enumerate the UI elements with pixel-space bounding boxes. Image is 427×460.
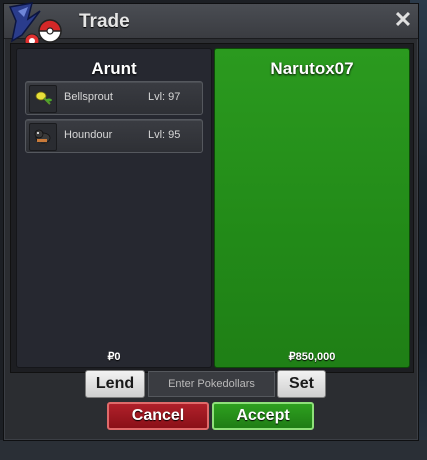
title-bar[interactable]: Trade ✕: [4, 2, 418, 49]
pokemon-name: Bellsprout: [64, 91, 113, 103]
pokemon-slot-houndour[interactable]: Houndour Lvl: 95: [25, 119, 203, 153]
pokemon-level: Lvl: 95: [148, 129, 181, 141]
pokedollars-input[interactable]: Enter Pokedollars: [148, 371, 275, 397]
pokemon-slot-bellsprout[interactable]: Bellsprout Lvl: 97: [25, 81, 203, 115]
partner-money-offer: ₽850,000: [288, 351, 336, 363]
set-button[interactable]: Set: [277, 370, 326, 398]
partner-offer-panel: Narutox07 ₽850,000: [214, 48, 410, 368]
accept-button[interactable]: Accept: [212, 402, 314, 430]
pokeball-logo-icon: [8, 2, 62, 49]
my-money-offer: ₽0: [107, 351, 121, 363]
window-title: Trade: [79, 11, 130, 32]
cancel-button[interactable]: Cancel: [107, 402, 209, 430]
houndour-icon: [29, 123, 57, 151]
my-player-name: Arunt: [91, 59, 137, 78]
lend-button[interactable]: Lend: [85, 370, 145, 398]
bellsprout-icon: [29, 85, 57, 113]
partner-player-name: Narutox07: [270, 59, 354, 78]
pokemon-name: Houndour: [64, 129, 113, 141]
pokemon-level: Lvl: 97: [148, 91, 181, 103]
background-bottom-bar: [0, 440, 427, 460]
my-offer-panel: Arunt Bellsprout Lvl: 97 Houndour Lvl: 9…: [16, 48, 212, 368]
trade-window: Trade ✕ Arunt Bellsprout Lvl: 97 Houndou…: [3, 2, 419, 441]
close-icon[interactable]: ✕: [393, 9, 413, 31]
